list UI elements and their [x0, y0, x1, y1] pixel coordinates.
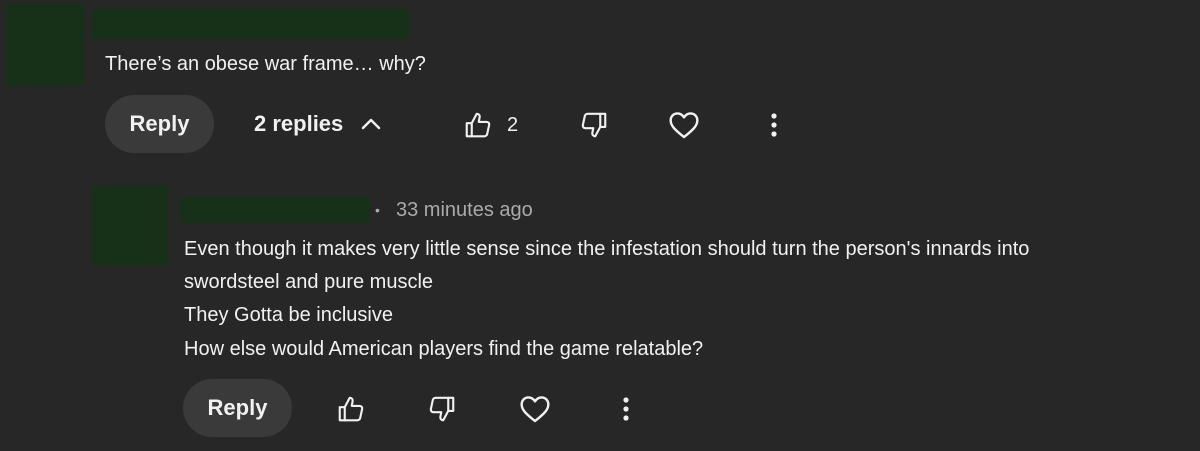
reply-button-label: Reply: [207, 395, 268, 420]
reply-button-label: Reply: [129, 111, 190, 136]
reply-reply-button[interactable]: Reply: [183, 379, 292, 437]
comment-thread: There’s an obese war frame… why? Reply 2…: [0, 0, 1200, 451]
heart-icon[interactable]: [518, 393, 552, 425]
avatar[interactable]: [6, 4, 84, 86]
replies-count-label: 2 replies: [254, 111, 344, 136]
reply-timestamp[interactable]: 33 minutes ago: [396, 198, 533, 222]
author-name[interactable]: [92, 9, 409, 39]
thumbs-up-icon[interactable]: [335, 393, 367, 425]
more-vert-icon[interactable]: [764, 109, 784, 141]
like-count: 2: [507, 114, 519, 136]
toggle-replies-button[interactable]: 2 replies: [254, 111, 383, 137]
meta-separator: •: [375, 202, 380, 218]
thumbs-down-icon[interactable]: [426, 393, 458, 425]
heart-icon[interactable]: [667, 109, 701, 141]
reply-author-name[interactable]: [180, 197, 370, 223]
reply-text-line: How else would American players find the…: [184, 338, 704, 360]
comment-text: There’s an obese war frame… why?: [105, 53, 426, 75]
thumbs-down-icon[interactable]: [578, 109, 610, 141]
chevron-up-icon: [359, 112, 383, 136]
reply-button[interactable]: Reply: [105, 95, 214, 153]
reply-avatar[interactable]: [92, 186, 168, 266]
reply-text-line: Even though it makes very little sense s…: [184, 238, 1030, 260]
reply-text-line: They Gotta be inclusive: [184, 304, 393, 326]
thumbs-up-icon[interactable]: [462, 109, 494, 141]
reply-text-line: swordsteel and pure muscle: [184, 271, 434, 293]
more-vert-icon[interactable]: [616, 393, 636, 425]
